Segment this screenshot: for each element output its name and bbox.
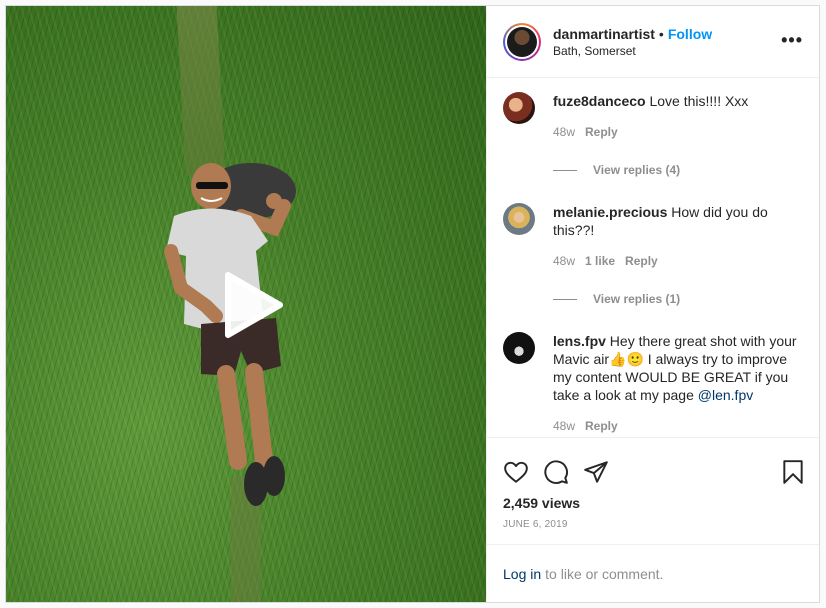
play-icon[interactable] xyxy=(216,269,288,341)
post-video[interactable] xyxy=(6,6,486,602)
share-icon[interactable] xyxy=(583,459,609,485)
comment-time[interactable]: 48w xyxy=(553,254,575,268)
comment-item: lens.fpv Hey there great shot with your … xyxy=(503,332,803,435)
post-container: danmartinartist • Follow Bath, Somerset ••… xyxy=(5,5,820,603)
action-bar xyxy=(487,437,819,495)
login-link[interactable]: Log in xyxy=(503,566,541,582)
view-count[interactable]: 2,459 views xyxy=(487,495,819,511)
author-info: danmartinartist • Follow Bath, Somerset xyxy=(553,26,712,58)
comment-item: melanie.precious How did you do this??! … xyxy=(503,203,803,270)
avatar-image xyxy=(507,26,537,57)
reply-button[interactable]: Reply xyxy=(585,419,618,433)
comment-meta: 48w Reply xyxy=(553,417,803,435)
login-prompt: Log in to like or comment. xyxy=(487,544,819,602)
view-replies-label: View replies (4) xyxy=(593,163,681,177)
comment-text: Love this!!!! Xxx xyxy=(649,93,749,109)
reply-button[interactable]: Reply xyxy=(625,254,658,268)
more-options-icon[interactable]: ••• xyxy=(781,31,803,49)
comment-avatar[interactable] xyxy=(503,203,535,235)
replies-divider-line xyxy=(553,298,577,300)
view-replies-button[interactable]: View replies (4) xyxy=(553,163,803,177)
post-sidebar: danmartinartist • Follow Bath, Somerset ••… xyxy=(486,6,819,602)
separator-dot: • xyxy=(658,25,664,42)
comment-item: fuze8danceco Love this!!!! Xxx 48w Reply xyxy=(503,92,803,141)
view-replies-label: View replies (1) xyxy=(593,292,681,306)
view-replies-button[interactable]: View replies (1) xyxy=(553,292,803,306)
heart-icon[interactable] xyxy=(503,459,529,485)
comment-meta: 48w 1 like Reply xyxy=(553,252,803,270)
comment-icon[interactable] xyxy=(543,459,569,485)
comments-list: fuze8danceco Love this!!!! Xxx 48w Reply … xyxy=(487,78,819,437)
login-prompt-text: to like or comment. xyxy=(545,565,664,582)
comment-username[interactable]: lens.fpv xyxy=(553,333,606,349)
comment-mention-link[interactable]: @len.fpv xyxy=(698,387,753,403)
post-date[interactable]: JUNE 6, 2019 xyxy=(487,511,819,544)
comment-likes[interactable]: 1 like xyxy=(585,254,615,268)
follow-button[interactable]: Follow xyxy=(668,26,712,42)
comment-username[interactable]: melanie.precious xyxy=(553,204,667,220)
replies-divider-line xyxy=(553,169,577,171)
author-username[interactable]: danmartinartist xyxy=(553,26,655,42)
post-location[interactable]: Bath, Somerset xyxy=(553,44,712,58)
author-row: danmartinartist • Follow xyxy=(553,26,712,42)
bookmark-icon[interactable] xyxy=(781,459,805,485)
reply-button[interactable]: Reply xyxy=(585,125,618,139)
comment-avatar[interactable] xyxy=(503,92,535,124)
comment-meta: 48w Reply xyxy=(553,123,803,141)
comment-time[interactable]: 48w xyxy=(553,419,575,433)
post-header: danmartinartist • Follow Bath, Somerset ••… xyxy=(487,6,819,78)
comment-username[interactable]: fuze8danceco xyxy=(553,93,646,109)
comment-avatar[interactable] xyxy=(503,332,535,364)
comment-time[interactable]: 48w xyxy=(553,125,575,139)
author-avatar[interactable] xyxy=(503,22,541,61)
